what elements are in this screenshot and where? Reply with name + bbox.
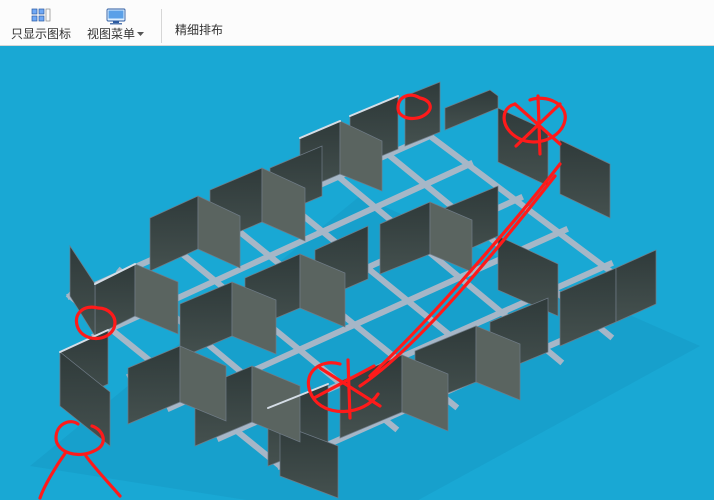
show-icons-only-label: 只显示图标 <box>11 28 71 40</box>
3d-viewport[interactable] <box>0 46 714 500</box>
building-model <box>0 46 714 500</box>
view-menu-label: 视图菜单 <box>87 28 135 40</box>
toolbar-group-view: 只显示图标 视图菜单 <box>6 5 149 43</box>
fine-layout-label: 精细排布 <box>175 21 223 38</box>
chevron-down-icon <box>137 32 144 36</box>
monitor-icon <box>105 8 127 26</box>
toolbar-separator <box>161 9 162 43</box>
grid-icons-icon <box>31 8 51 26</box>
toolbar: 只显示图标 视图菜单 精细排布 <box>0 0 714 46</box>
fine-layout-button[interactable]: 精细排布 <box>168 16 230 43</box>
show-icons-only-button[interactable]: 只显示图标 <box>6 5 76 43</box>
view-menu-button[interactable]: 视图菜单 <box>82 5 149 43</box>
